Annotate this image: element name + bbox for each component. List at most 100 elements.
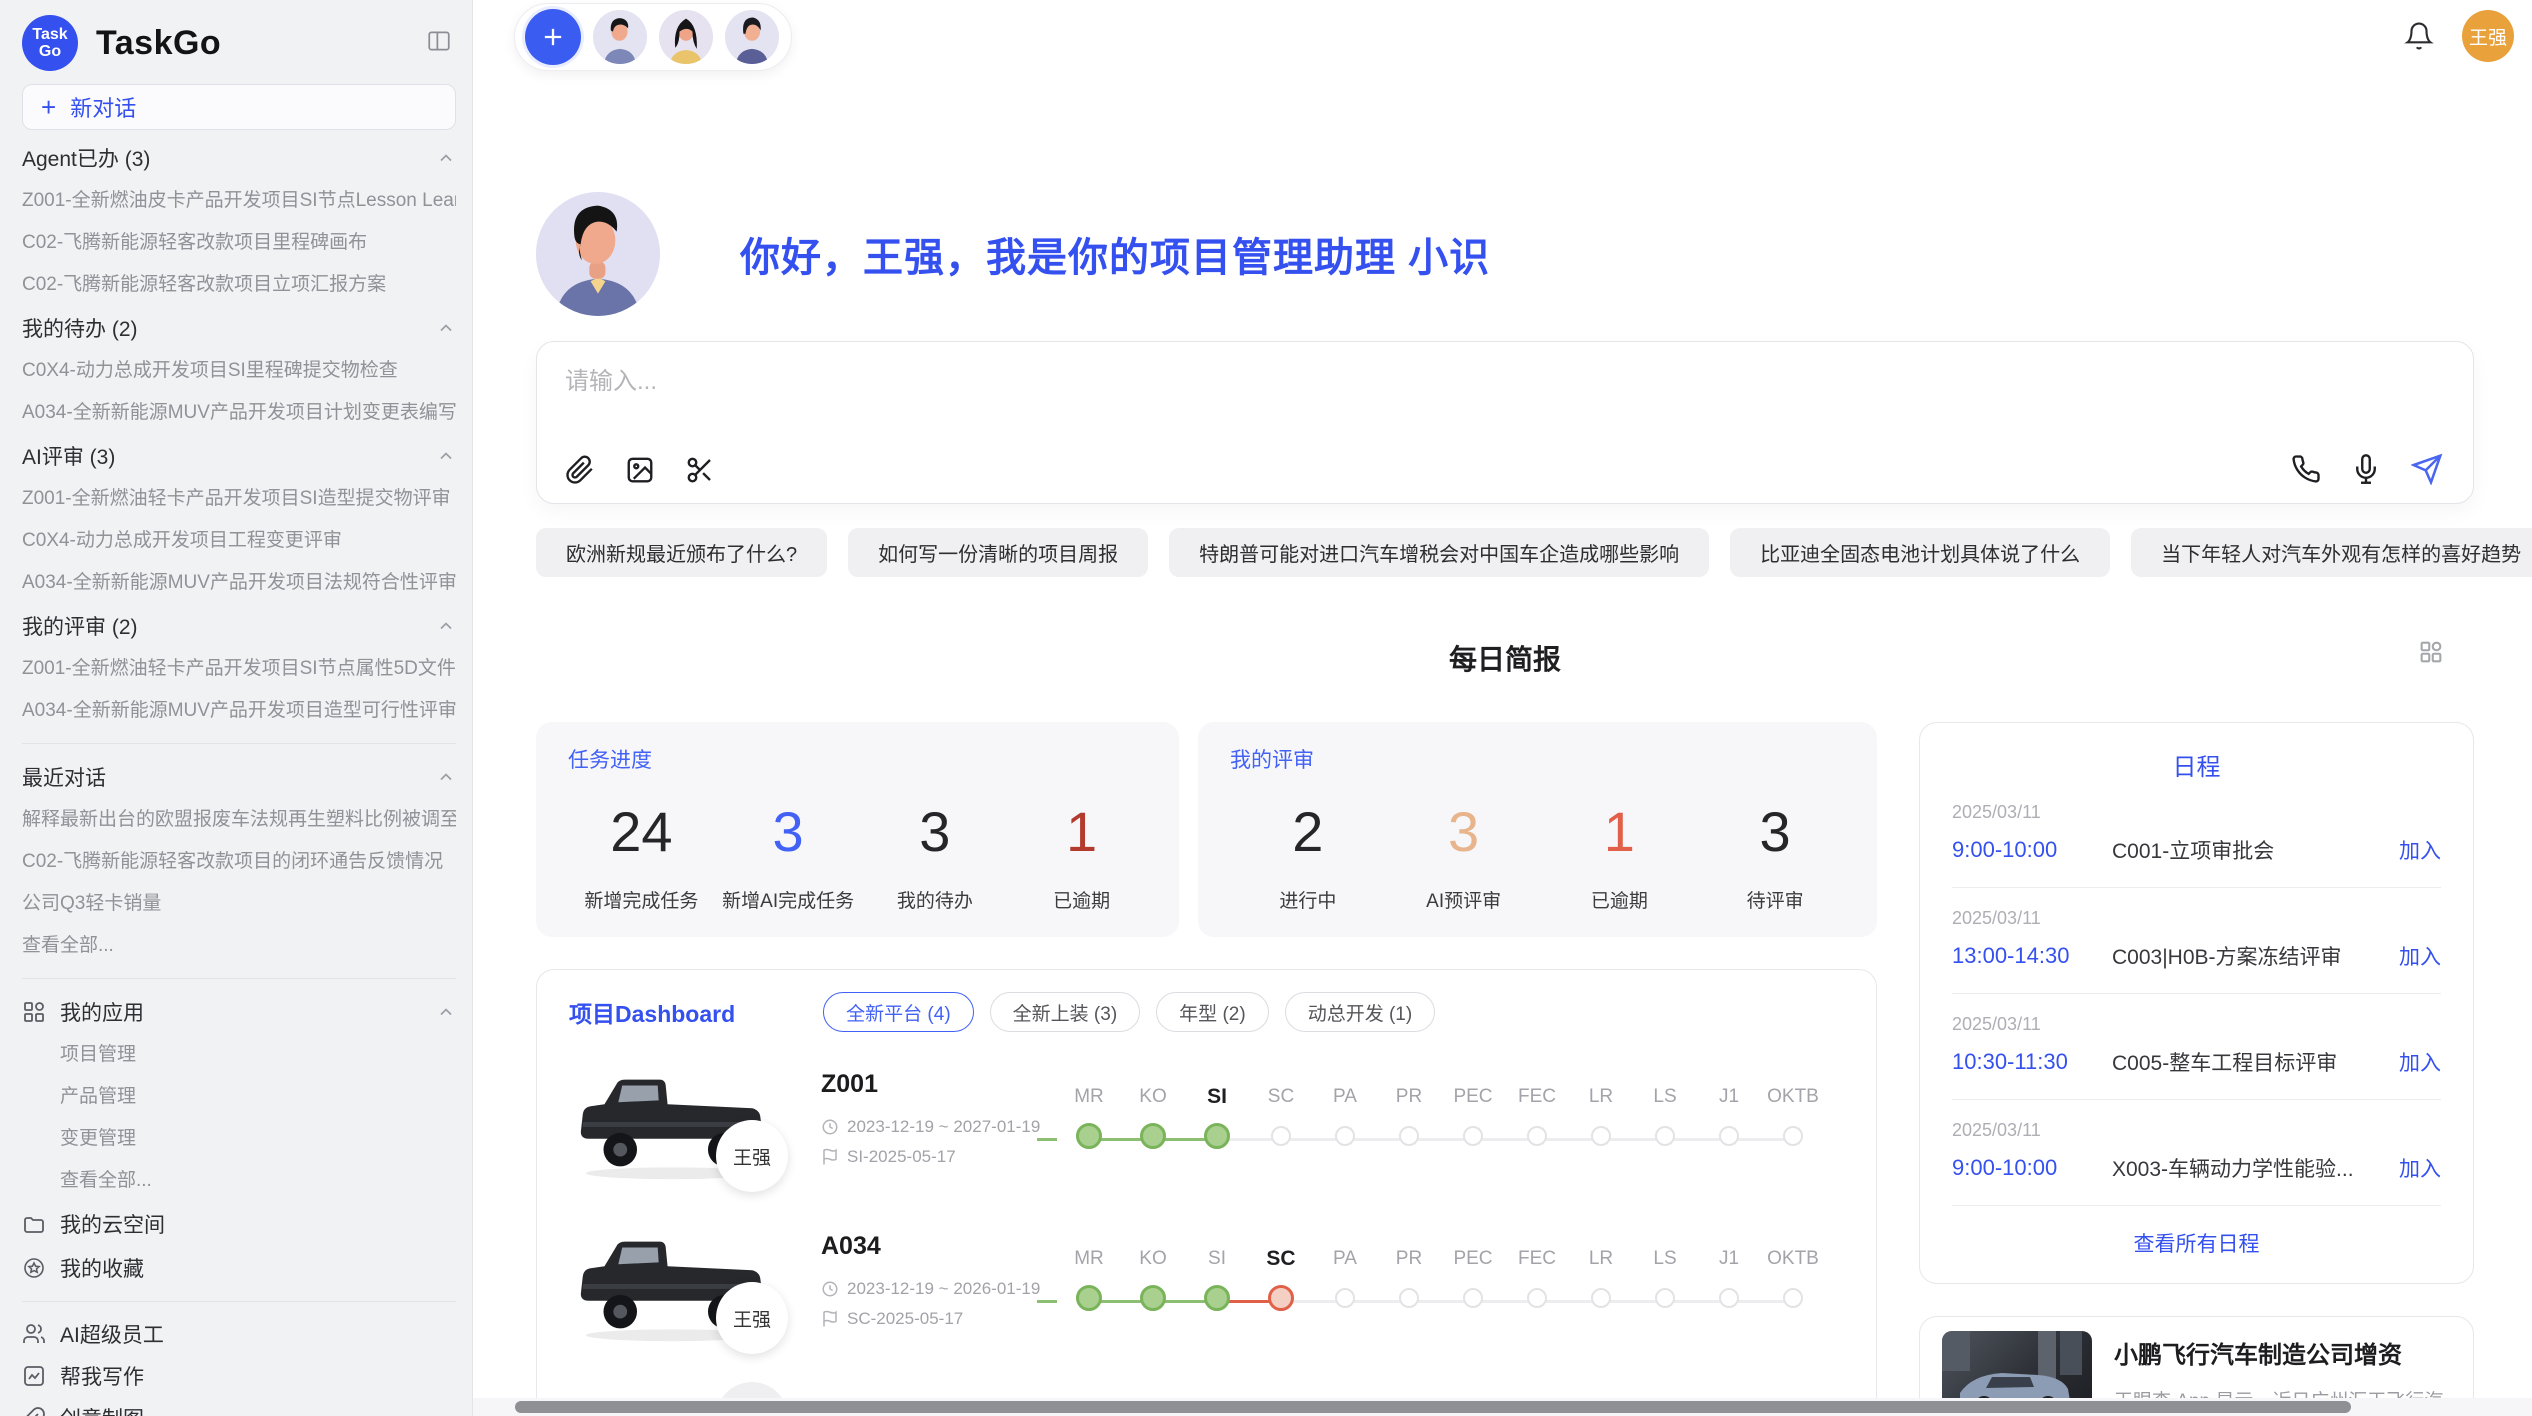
recent-chat-item[interactable]: C02-飞腾新能源轻客改款项目的闭环通告反馈情况 <box>22 841 456 883</box>
sidebar-item[interactable]: Z001-全新燃油轻卡产品开发项目SI节点属性5D文件评审 <box>22 648 456 690</box>
milestone-dot <box>1204 1123 1230 1149</box>
new-chat-button[interactable]: + 新对话 <box>22 84 456 130</box>
schedule-name: C003|H0B-方案冻结评审 <box>2112 941 2399 971</box>
milestone-dot <box>1335 1126 1355 1146</box>
milestone-dot <box>1076 1123 1102 1149</box>
filter-new-body[interactable]: 全新上装 (3) <box>990 992 1141 1032</box>
my-cloud-row[interactable]: 我的云空间 <box>22 1202 456 1246</box>
sidebar: Task Go TaskGo + 新对话 Agent已办 (3) Z001-全新… <box>0 0 473 1416</box>
join-link[interactable]: 加入 <box>2399 941 2441 971</box>
tool-ai-super-staff[interactable]: AI超级员工 <box>22 1313 456 1355</box>
tool-creative-drawing[interactable]: 创意制图 <box>22 1397 456 1416</box>
app-item-change-mgmt[interactable]: 变更管理 <box>22 1118 456 1160</box>
chat-input[interactable] <box>565 368 2443 396</box>
milestone-label: KO <box>1121 1244 1185 1274</box>
section-header-recent-chats[interactable]: 最近对话 <box>22 755 456 799</box>
milestone-dot <box>1591 1288 1611 1308</box>
sidebar-item[interactable]: C02-飞腾新能源轻客改款项目里程碑画布 <box>22 222 456 264</box>
briefing-stats-row: 任务进度 24 新增完成任务 3 新增AI完成任务 3 我的待办 <box>536 722 1877 937</box>
milestone-label: PA <box>1313 1244 1377 1274</box>
scrollbar-thumb[interactable] <box>515 1401 2351 1413</box>
join-link[interactable]: 加入 <box>2399 1153 2441 1183</box>
app-item-project-mgmt[interactable]: 项目管理 <box>22 1034 456 1076</box>
image-upload-icon[interactable] <box>625 455 655 485</box>
my-favorites-row[interactable]: 我的收藏 <box>22 1246 456 1290</box>
my-apps-row[interactable]: 我的应用 <box>22 990 456 1034</box>
sidebar-item[interactable]: C0X4-动力总成开发项目工程变更评审 <box>22 520 456 562</box>
join-link[interactable]: 加入 <box>2399 1047 2441 1077</box>
suggestion-chip[interactable]: 当下年轻人对汽车外观有怎样的喜好趋势 <box>2131 528 2532 577</box>
sidebar-item[interactable]: A034-全新新能源MUV产品开发项目造型可行性评审 <box>22 690 456 732</box>
divider <box>22 743 456 744</box>
topbar-right: 王强 <box>2404 10 2514 62</box>
avatar[interactable] <box>593 10 647 64</box>
join-link[interactable]: 加入 <box>2399 835 2441 865</box>
avatar[interactable] <box>659 10 713 64</box>
filter-model-year[interactable]: 年型 (2) <box>1156 992 1269 1032</box>
new-session-button[interactable] <box>525 9 581 65</box>
sidebar-collapse-icon[interactable] <box>426 28 452 54</box>
composer-card <box>536 341 2474 504</box>
apps-view-all[interactable]: 查看全部... <box>22 1160 456 1202</box>
schedule-title: 日程 <box>1952 723 2441 782</box>
sidebar-item[interactable]: Z001-全新燃油轻卡产品开发项目SI造型提交物评审 <box>22 478 456 520</box>
new-chat-label: 新对话 <box>70 91 136 123</box>
milestone-label: OKTB <box>1761 1082 1825 1112</box>
microphone-icon[interactable] <box>2351 454 2381 484</box>
horizontal-scrollbar[interactable] <box>473 1398 2532 1416</box>
suggestion-chip[interactable]: 欧洲新规最近颁布了什么? <box>536 528 827 577</box>
milestone-label: PA <box>1313 1082 1377 1112</box>
attachment-icon[interactable] <box>565 455 595 485</box>
project-row[interactable]: 王强 Z001 2023-12-19 ~ 2027-01-19 SI-2025-… <box>537 1032 1876 1194</box>
filter-powertrain[interactable]: 动总开发 (1) <box>1285 992 1436 1032</box>
sidebar-item[interactable]: Z001-全新燃油皮卡产品开发项目SI节点Lesson Learn报告 <box>22 180 456 222</box>
suggestion-chip[interactable]: 如何写一份清晰的项目周报 <box>848 528 1148 577</box>
filter-new-platform[interactable]: 全新平台 (4) <box>823 992 974 1032</box>
milestone-dot <box>1783 1288 1803 1308</box>
avatar[interactable] <box>725 10 779 64</box>
project-row[interactable]: 王强 A034 2023-12-19 ~ 2026-01-19 SC-2025-… <box>537 1194 1876 1356</box>
suggestion-chip[interactable]: 特朗普可能对进口汽车增税会对中国车企造成哪些影响 <box>1169 528 1709 577</box>
section-header-ai-review[interactable]: AI评审 (3) <box>22 434 456 478</box>
daily-briefing-title: 每日简报 <box>536 638 2474 678</box>
tool-help-me-write[interactable]: 帮我写作 <box>22 1355 456 1397</box>
section-header-agent-done[interactable]: Agent已办 (3) <box>22 136 456 180</box>
tool-label: 创意制图 <box>60 1403 144 1416</box>
sidebar-item[interactable]: C02-飞腾新能源轻客改款项目立项汇报方案 <box>22 264 456 306</box>
recent-chats-view-all[interactable]: 查看全部... <box>22 925 456 967</box>
card-title: 我的评审 <box>1230 744 1853 774</box>
scissors-icon[interactable] <box>685 455 715 485</box>
milestone-dot <box>1527 1126 1547 1146</box>
layout-grid-icon[interactable] <box>2417 638 2445 666</box>
app-item-product-mgmt[interactable]: 产品管理 <box>22 1076 456 1118</box>
project-dates: 2023-12-19 ~ 2027-01-19 <box>821 1117 1057 1137</box>
news-title: 小鹏飞行汽车制造公司增资 <box>2114 1335 2451 1370</box>
suggestion-chip[interactable]: 比亚迪全固态电池计划具体说了什么 <box>1730 528 2110 577</box>
recent-chat-item[interactable]: 公司Q3轻卡销量 <box>22 883 456 925</box>
clock-icon <box>821 1280 839 1298</box>
view-all-schedule-link[interactable]: 查看所有日程 <box>1952 1206 2441 1258</box>
project-flag-date: SI-2025-05-17 <box>821 1147 1057 1167</box>
greeting-text: 你好，王强，我是你的项目管理助理 小识 <box>740 225 1490 283</box>
project-name: Z001 <box>821 1070 1057 1099</box>
sidebar-item[interactable]: A034-全新新能源MUV产品开发项目法规符合性评审 <box>22 562 456 604</box>
milestone-dot <box>1719 1126 1739 1146</box>
milestone-label: LR <box>1569 1082 1633 1112</box>
sidebar-item[interactable]: A034-全新新能源MUV产品开发项目计划变更表编写 <box>22 392 456 434</box>
session-avatars-pill <box>514 3 792 71</box>
milestone-dot <box>1463 1288 1483 1308</box>
recent-chat-item[interactable]: 解释最新出台的欧盟报废车法规再生塑料比例被调至15%... <box>22 799 456 841</box>
send-icon[interactable] <box>2411 453 2443 485</box>
phone-call-icon[interactable] <box>2291 454 2321 484</box>
section-header-my-review[interactable]: 我的评审 (2) <box>22 604 456 648</box>
schedule-date: 2025/03/11 <box>1952 1014 2441 1035</box>
sidebar-item[interactable]: C0X4-动力总成开发项目SI里程碑提交物检查 <box>22 350 456 392</box>
milestone-dot <box>1204 1285 1230 1311</box>
users-icon <box>22 1322 46 1346</box>
notification-bell-icon[interactable] <box>2404 21 2434 51</box>
taskgo-logo: Task Go <box>22 15 78 71</box>
section-header-my-todo[interactable]: 我的待办 (2) <box>22 306 456 350</box>
user-avatar-badge[interactable]: 王强 <box>2462 10 2514 62</box>
milestone-label: PEC <box>1441 1082 1505 1112</box>
milestone-label: KO <box>1121 1082 1185 1112</box>
